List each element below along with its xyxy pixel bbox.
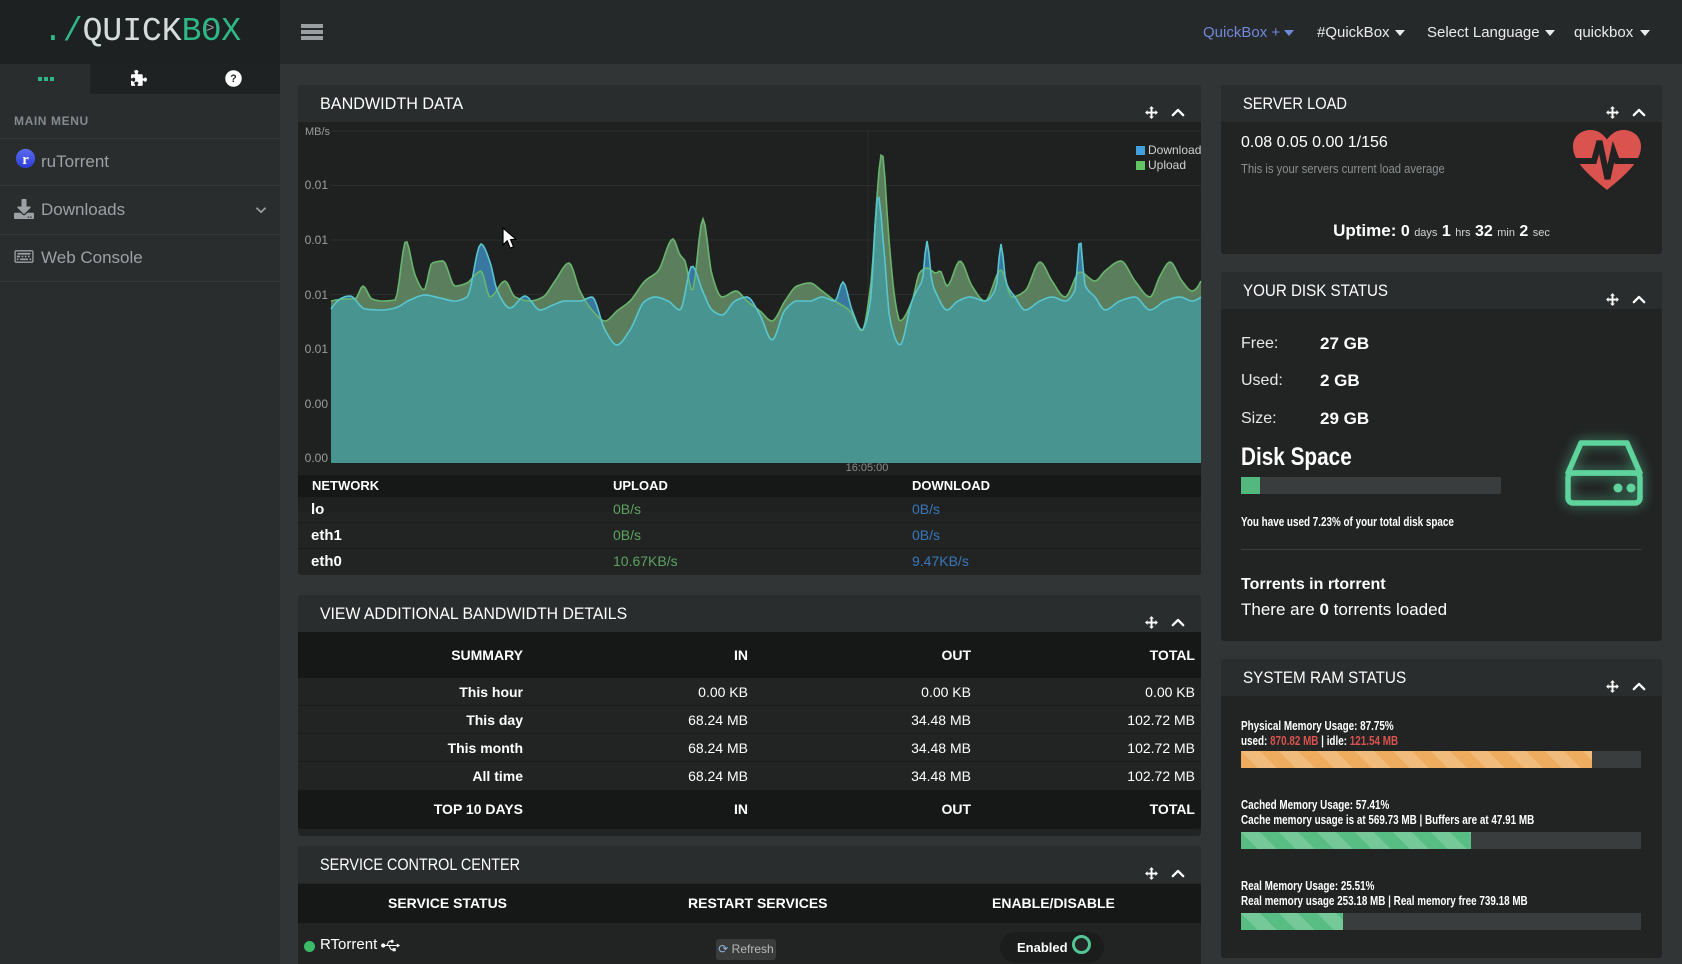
svg-text:r: r xyxy=(22,152,29,168)
svg-text:?: ? xyxy=(230,73,236,85)
